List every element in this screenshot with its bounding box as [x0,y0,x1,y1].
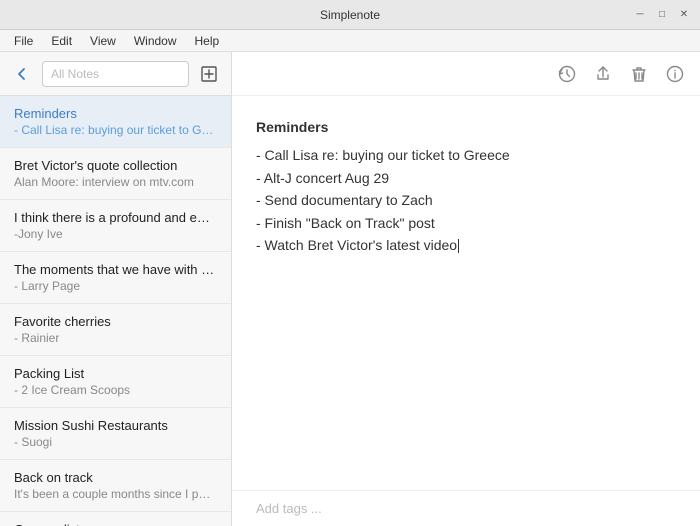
note-title: Back on track [14,470,217,485]
app-title: Simplenote [68,8,632,22]
note-footer: Add tags ... [232,490,700,526]
trash-icon[interactable] [628,63,650,85]
sidebar-toolbar: All Notes [0,52,231,96]
menu-bar: File Edit View Window Help [0,30,700,52]
sidebar: All Notes Reminders - Call Lisa re: buyin… [0,52,232,526]
notes-list: Reminders - Call Lisa re: buying our tick… [0,96,231,526]
tags-placeholder[interactable]: Add tags ... [256,501,322,516]
note-preview: - 2 Ice Cream Scoops [14,383,217,397]
note-line: - Alt-J concert Aug 29 [256,167,676,189]
search-box[interactable]: All Notes [42,61,189,87]
note-list-item-4[interactable]: The moments that we have with friends ..… [0,252,231,304]
menu-window[interactable]: Window [126,32,185,50]
title-bar: Simplenote ─ □ ✕ [0,0,700,30]
note-preview: - Call Lisa re: buying our ticket to Gre… [14,123,217,137]
note-preview: -Jony Ive [14,227,217,241]
main-content: All Notes Reminders - Call Lisa re: buyin… [0,52,700,526]
note-list-item-7[interactable]: Mission Sushi Restaurants - Suogi [0,408,231,460]
note-title: I think there is a profound and enduring… [14,210,217,225]
note-line: - Call Lisa re: buying our ticket to Gre… [256,144,676,166]
note-title: Favorite cherries [14,314,217,329]
note-list-item-3[interactable]: I think there is a profound and enduring… [0,200,231,252]
note-pane: Reminders - Call Lisa re: buying our tick… [232,52,700,526]
note-title: The moments that we have with friends ..… [14,262,217,277]
new-note-button[interactable] [197,62,221,86]
note-preview: It's been a couple months since I posted… [14,487,217,501]
window-controls[interactable]: ─ □ ✕ [632,7,692,23]
note-list-item-9[interactable]: Grocery list- Eggs [0,512,231,526]
search-placeholder: All Notes [51,67,99,81]
note-list-item-5[interactable]: Favorite cherries - Rainier [0,304,231,356]
note-list-item-6[interactable]: Packing List - 2 Ice Cream Scoops [0,356,231,408]
minimize-button[interactable]: ─ [632,7,648,23]
note-title: Mission Sushi Restaurants [14,418,217,433]
note-list-item-8[interactable]: Back on track It's been a couple months s… [0,460,231,512]
note-preview: - Rainier [14,331,217,345]
note-heading: Reminders [256,116,676,138]
note-title: Packing List [14,366,217,381]
info-icon[interactable] [664,63,686,85]
note-title: Grocery list [14,522,217,526]
note-preview: - Larry Page [14,279,217,293]
menu-help[interactable]: Help [187,32,228,50]
note-toolbar [232,52,700,96]
note-title: Reminders [14,106,217,121]
menu-file[interactable]: File [6,32,41,50]
note-title: Bret Victor's quote collection [14,158,217,173]
note-preview: - Suogi [14,435,217,449]
history-icon[interactable] [556,63,578,85]
note-list-item-1[interactable]: Reminders - Call Lisa re: buying our tick… [0,96,231,148]
menu-edit[interactable]: Edit [43,32,80,50]
maximize-button[interactable]: □ [654,7,670,23]
menu-view[interactable]: View [82,32,124,50]
note-line: - Finish "Back on Track" post [256,212,676,234]
close-button[interactable]: ✕ [676,7,692,23]
note-line: - Watch Bret Victor's latest video [256,234,676,256]
note-preview: Alan Moore: interview on mtv.com [14,175,217,189]
back-button[interactable] [10,62,34,86]
note-line: - Send documentary to Zach [256,189,676,211]
note-list-item-2[interactable]: Bret Victor's quote collection Alan Moore… [0,148,231,200]
note-editor[interactable]: Reminders - Call Lisa re: buying our tick… [232,96,700,490]
share-icon[interactable] [592,63,614,85]
